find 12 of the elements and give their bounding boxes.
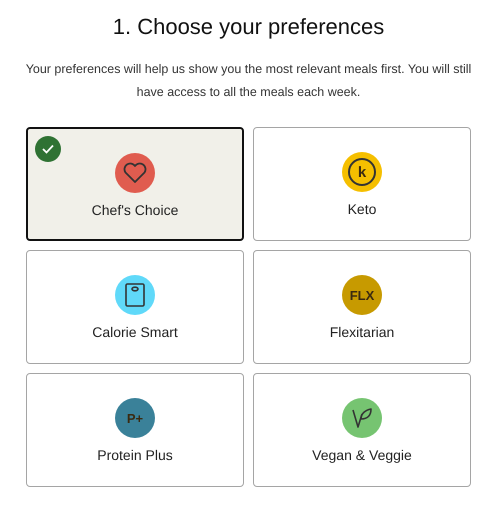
preference-card[interactable]: FLX Flexitarian: [253, 250, 471, 364]
description: Your preferences will help us show you the most relevant meals first. You will still have access to all the meals each week.: [24, 61, 472, 101]
badge-icon: FLX: [342, 275, 382, 315]
preference-card[interactable]: Vegan & Veggie: [253, 373, 471, 487]
badge-icon: P+: [115, 398, 155, 438]
preference-card[interactable]: Calorie Smart: [26, 250, 244, 364]
preference-card[interactable]: P+ Protein Plus: [26, 373, 244, 487]
preference-card[interactable]: k Keto: [253, 127, 471, 241]
page-title: 1. Choose your preferences: [112, 13, 384, 41]
check-icon: [35, 136, 61, 162]
preference-card[interactable]: Chef's Choice: [26, 127, 244, 241]
badge-icon: k: [342, 152, 382, 192]
